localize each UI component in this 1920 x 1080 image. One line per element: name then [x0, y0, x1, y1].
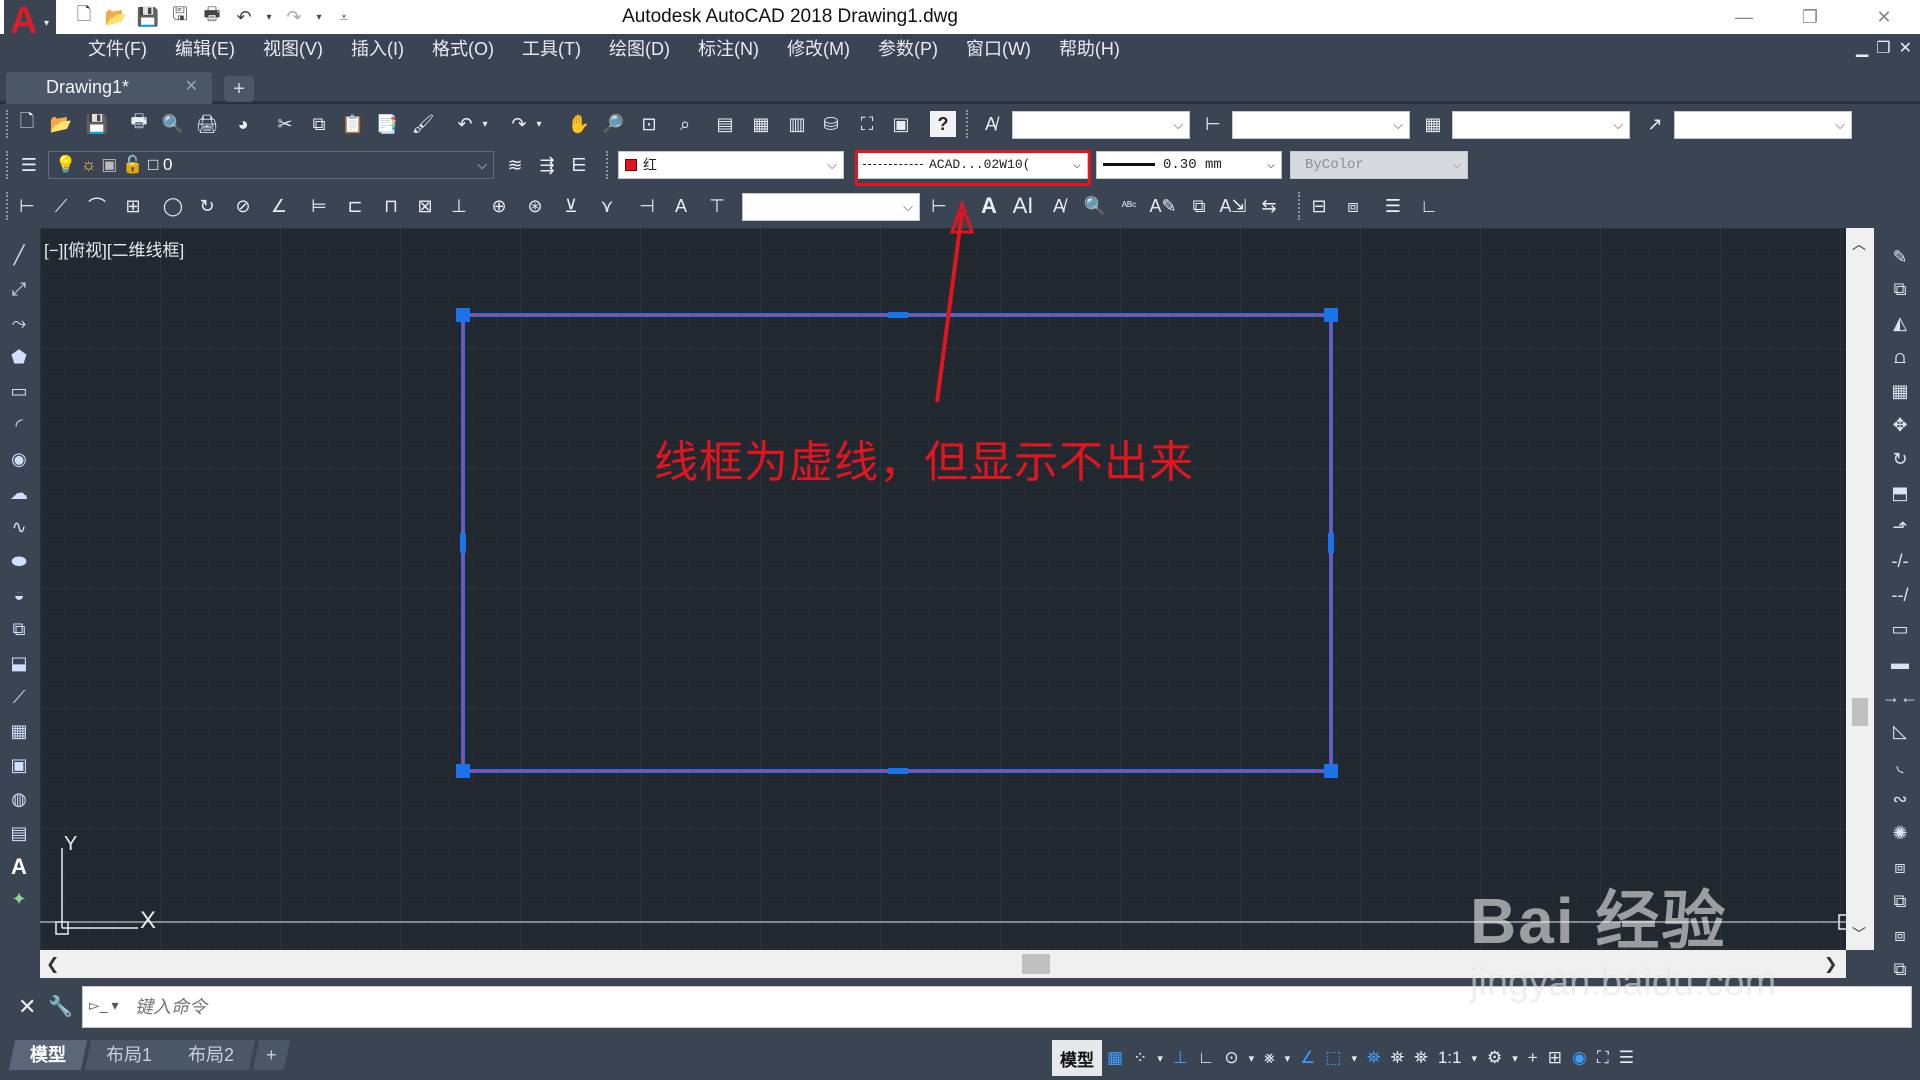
rotate-icon[interactable]: ↻	[1886, 446, 1914, 472]
customize-wrench-icon[interactable]: 🔧	[48, 994, 73, 1019]
add-layout-tab[interactable]: +	[252, 1040, 290, 1070]
tab-model[interactable]: 模型	[8, 1040, 88, 1070]
isodraft-dropdown-icon[interactable]: ▾	[1280, 1040, 1296, 1076]
rectangle-dashed-overlay	[462, 314, 1332, 772]
scroll-down-icon[interactable]: ﹀	[1852, 924, 1866, 944]
array-icon[interactable]: ▦	[1886, 378, 1914, 404]
break-at-point-icon[interactable]: ▭	[1886, 616, 1914, 642]
close-command-line-icon[interactable]: ✕	[18, 994, 36, 1020]
baidu-watermark: Bai 经验 jingyan.baidu.com	[1470, 870, 1776, 1005]
tab-model-label: 模型	[30, 1045, 66, 1065]
object-snap-tracking-icon[interactable]: ∠	[1295, 1040, 1320, 1076]
break-icon[interactable]: ▬	[1886, 650, 1914, 676]
offset-icon[interactable]: ⩍	[1886, 344, 1914, 370]
ucs-x-label: X	[140, 907, 156, 934]
fillet-icon[interactable]: ◟	[1886, 752, 1914, 778]
annotation-monitor-icon[interactable]: +	[1523, 1040, 1543, 1076]
polar-dropdown-icon[interactable]: ▾	[1244, 1040, 1260, 1076]
extend-icon[interactable]: --/	[1886, 582, 1914, 608]
ortho-icon[interactable]: ⊙	[1219, 1040, 1243, 1076]
annotation-scale-value[interactable]: 1:1	[1433, 1040, 1467, 1076]
trim-icon[interactable]: -/-	[1886, 548, 1914, 574]
annotation-visibility-icon[interactable]: ⛯	[1362, 1040, 1386, 1076]
isodraft-icon[interactable]: ⨳	[1259, 1040, 1280, 1076]
stretch-icon[interactable]: ⬏	[1886, 514, 1914, 540]
modify-palette: ✎ ⧉ ◭ ⩍ ▦ ✥ ↻ ⬒ ⬏ -/- --/ ▭ ▬ →← ◺ ◟ ∾ ✺…	[1882, 232, 1918, 984]
scroll-left-icon[interactable]: ❮	[46, 954, 59, 974]
units-icon[interactable]: ⊞	[1543, 1040, 1567, 1076]
annotation-arrow-line	[935, 211, 964, 403]
status-bar: 模型 布局1 布局2 + 模型 ▦ ⁘ ▾ ⊥ ∟ ⊙ ▾ ⨳ ▾ ∠ ⬚ ▾ …	[0, 1034, 1920, 1080]
watermark-brand: Bai 经验	[1470, 885, 1728, 957]
grip-mid-left[interactable]	[460, 533, 466, 553]
grip-mid-right[interactable]	[1328, 533, 1334, 553]
osnap-dropdown-icon[interactable]: ▾	[1346, 1040, 1362, 1076]
command-prompt-icon[interactable]: ▻_ ▾	[89, 997, 125, 1019]
isolate-objects-icon[interactable]: ◉	[1567, 1040, 1592, 1076]
scroll-up-icon[interactable]: ︿	[1852, 234, 1866, 254]
grip-corner-bottom-left[interactable]	[456, 764, 470, 778]
watermark-url: jingyan.baidu.com	[1470, 962, 1777, 1004]
snap-dropdown-icon[interactable]: ▾	[1152, 1040, 1168, 1076]
object-snap-icon[interactable]: ⬚	[1320, 1040, 1346, 1076]
explode-icon[interactable]: ✺	[1886, 820, 1914, 846]
copy-object-icon[interactable]: ⧉	[1886, 276, 1914, 302]
erase-icon[interactable]: ✎	[1886, 244, 1914, 270]
draworder-above-icon[interactable]: ⧈	[1886, 922, 1914, 948]
grip-mid-top[interactable]	[888, 312, 908, 318]
model-space-button[interactable]: 模型	[1052, 1040, 1102, 1076]
grip-corner-top-right[interactable]	[1324, 308, 1338, 322]
scale-icon[interactable]: ⬒	[1886, 480, 1914, 506]
tab-layout1[interactable]: 布局1	[84, 1040, 174, 1070]
grip-mid-bottom[interactable]	[888, 768, 908, 774]
vertical-scrollbar[interactable]: ︿ ﹀	[1846, 228, 1874, 950]
status-toggles: 模型 ▦ ⁘ ▾ ⊥ ∟ ⊙ ▾ ⨳ ▾ ∠ ⬚ ▾ ⛯ ⛯ ⛯ 1:1 ▾ ⚙…	[1052, 1038, 1912, 1078]
chamfer-icon[interactable]: ◺	[1886, 718, 1914, 744]
grid-icon[interactable]: ▦	[1102, 1040, 1128, 1076]
auto-scale-icon[interactable]: ⛯	[1386, 1040, 1410, 1076]
move-icon[interactable]: ✥	[1886, 412, 1914, 438]
snap-icon[interactable]: ⁘	[1128, 1040, 1152, 1076]
grip-corner-top-left[interactable]	[456, 308, 470, 322]
scale-dropdown-icon[interactable]: ▾	[1466, 1040, 1482, 1076]
tab-layout2[interactable]: 布局2	[166, 1040, 256, 1070]
add-layout-icon: +	[266, 1045, 277, 1065]
infer-constraints-icon[interactable]: ⊥	[1168, 1040, 1193, 1076]
scroll-right-icon[interactable]: ❯	[1824, 954, 1837, 974]
customization-icon[interactable]: ☰	[1614, 1040, 1639, 1076]
mirror-icon[interactable]: ◭	[1886, 310, 1914, 336]
dynamic-input-icon[interactable]: ∟	[1193, 1040, 1220, 1076]
workspace-dropdown-icon[interactable]: ▾	[1507, 1040, 1523, 1076]
draworder-front-icon[interactable]: ⧈	[1886, 854, 1914, 880]
annotation-scale-icon[interactable]: ⛯	[1409, 1040, 1433, 1076]
blend-curves-icon[interactable]: ∾	[1886, 786, 1914, 812]
rectangle-outline[interactable]	[461, 313, 1333, 773]
vertical-scroll-thumb[interactable]	[1852, 698, 1868, 726]
workspace-gear-icon[interactable]: ⚙	[1482, 1040, 1507, 1076]
draworder-below-icon[interactable]: ⧉	[1886, 956, 1914, 982]
draworder-back-icon[interactable]: ⧉	[1886, 888, 1914, 914]
ucs-y-label: Y	[64, 833, 77, 855]
tab-layout2-label: 布局2	[188, 1045, 235, 1065]
tab-layout1-label: 布局1	[106, 1045, 153, 1065]
annotation-text: 线框为虚线，但显示不出来	[654, 437, 1194, 488]
join-icon[interactable]: →←	[1882, 684, 1918, 710]
clean-screen-icon[interactable]: ⛶	[1592, 1040, 1614, 1076]
grip-corner-bottom-right[interactable]	[1324, 764, 1338, 778]
horizontal-scroll-thumb[interactable]	[1022, 954, 1050, 974]
